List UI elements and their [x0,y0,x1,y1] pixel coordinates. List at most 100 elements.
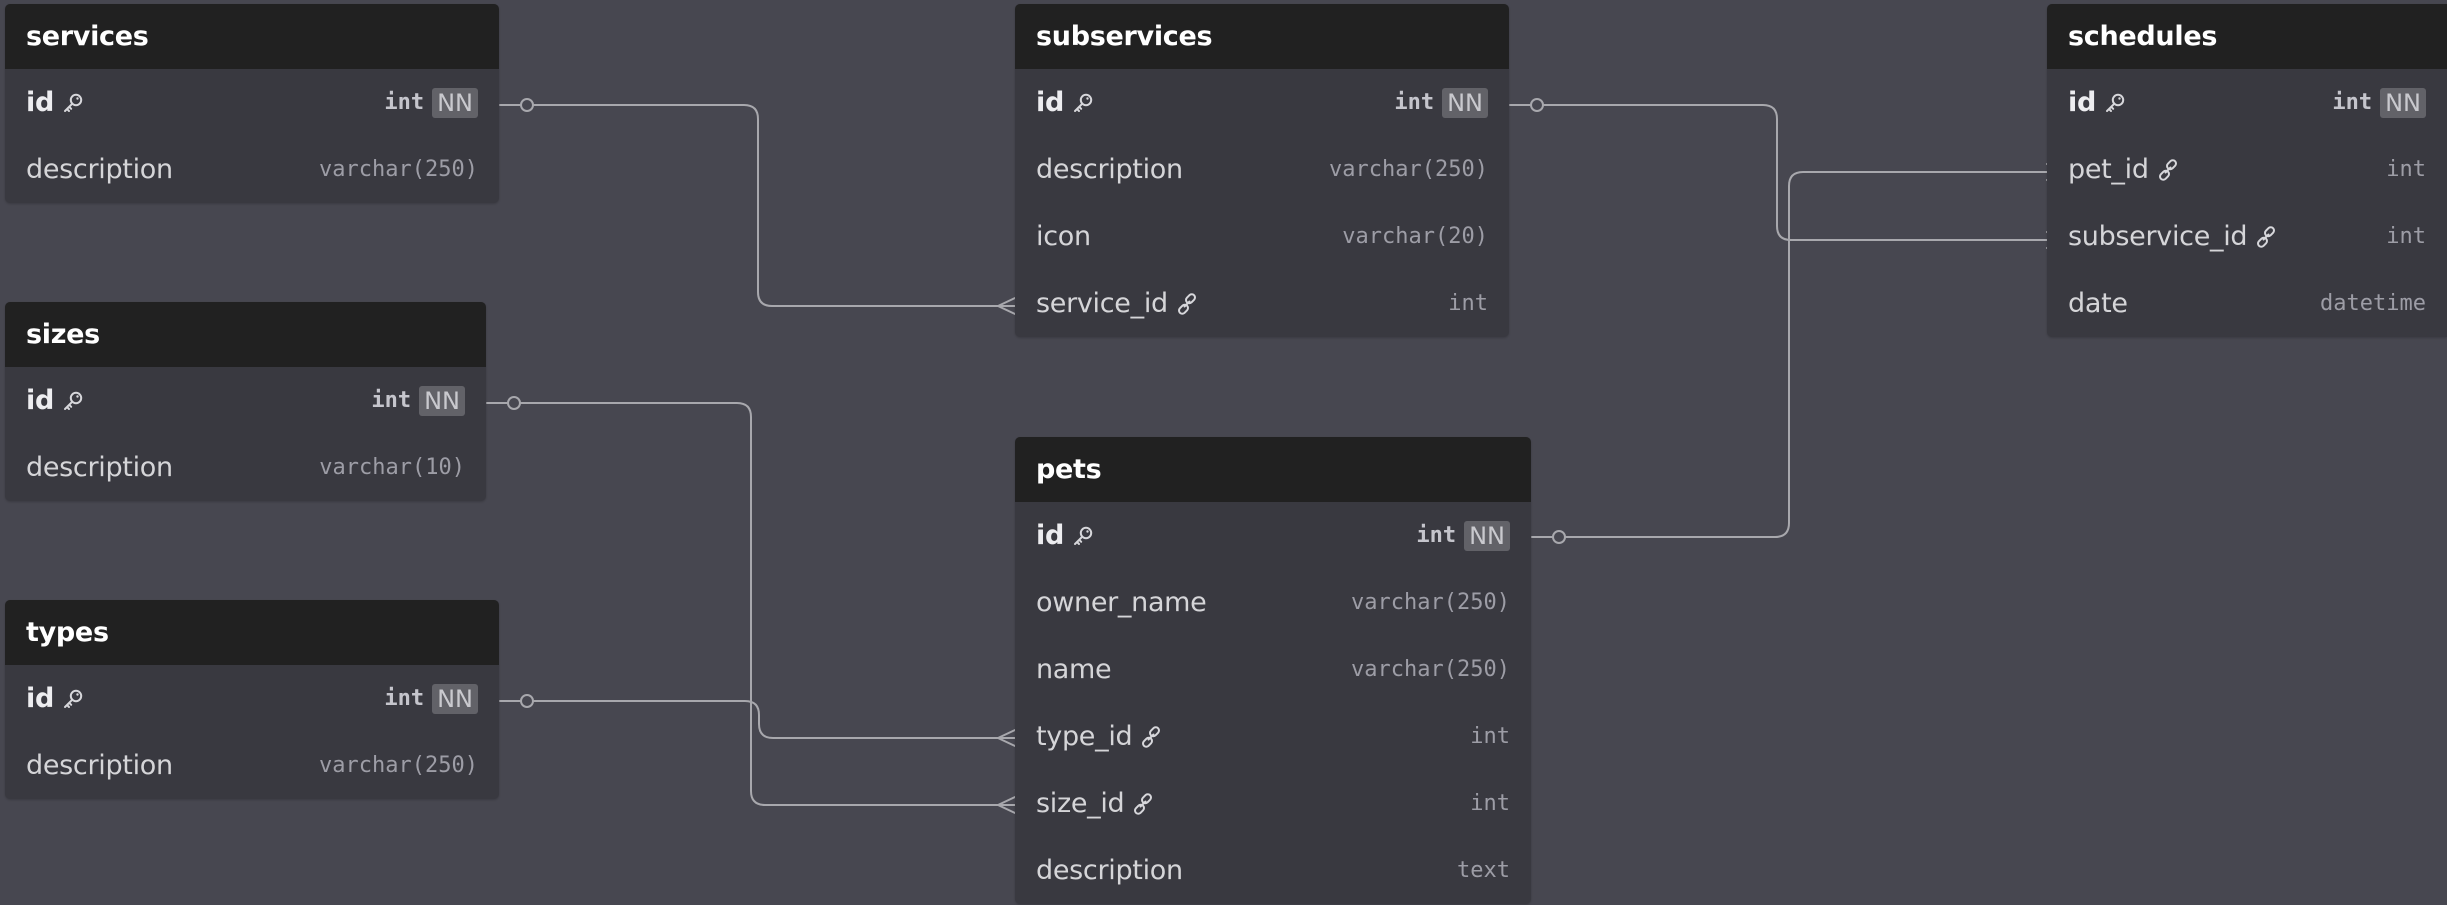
table-name: pets [1036,454,1102,485]
not-null-badge: NN [432,683,478,714]
column-row[interactable]: id int NN [5,665,499,732]
table-name: schedules [2068,21,2218,52]
column-row[interactable]: description varchar(250) [5,732,499,799]
column-row[interactable]: description varchar(250) [5,136,499,203]
table-pets[interactable]: pets id int NN owner_name varchar(250) n… [1015,437,1531,904]
key-icon [61,91,85,115]
many-end-marker [997,297,1016,315]
column-name: date [2068,288,2128,319]
table-header[interactable]: schedules [2047,4,2447,69]
column-type: int [2386,224,2426,249]
table-sizes[interactable]: sizes id int NN description varchar(10) [5,302,486,501]
column-name: description [1036,154,1183,185]
column-row[interactable]: id int NN [5,69,499,136]
column-name: id [1036,520,1064,551]
column-row[interactable]: icon varchar(20) [1015,203,1509,270]
column-row[interactable]: date datetime [2047,270,2447,337]
column-name: pet_id [2068,154,2149,185]
column-row[interactable]: size_id int [1015,770,1531,837]
one-end-marker [1552,530,1566,544]
one-end-marker [1530,98,1544,112]
table-schedules[interactable]: schedules id int NN pet_id int subservic… [2047,4,2447,337]
column-name: id [2068,87,2096,118]
not-null-badge: NN [2380,87,2426,118]
link-icon [1131,792,1155,816]
column-row[interactable]: description varchar(250) [1015,136,1509,203]
connector-subservices-schedules [1509,104,2048,241]
column-row[interactable]: description varchar(10) [5,434,486,501]
table-services[interactable]: services id int NN description varchar(2… [5,4,499,203]
column-name: name [1036,654,1112,685]
connector-types-pets [499,700,1016,739]
column-type: int [384,686,425,711]
table-header[interactable]: pets [1015,437,1531,502]
table-header[interactable]: subservices [1015,4,1509,69]
column-type: varchar(250) [1351,657,1510,682]
column-name: id [26,683,54,714]
table-name: subservices [1036,21,1213,52]
key-icon [1071,91,1095,115]
column-type: int [2386,157,2426,182]
column-type: varchar(250) [319,157,478,182]
column-type: int [1448,291,1488,316]
not-null-badge: NN [1464,520,1510,551]
many-end-marker [997,796,1016,814]
link-icon [2254,225,2278,249]
connector-services-subservices [499,104,1016,307]
column-type: varchar(10) [319,455,465,480]
column-name: icon [1036,221,1091,252]
column-type: varchar(250) [1329,157,1488,182]
column-name: service_id [1036,288,1168,319]
key-icon [61,687,85,711]
column-row[interactable]: id int NN [5,367,486,434]
connector-pets-schedules [1531,171,2048,538]
key-icon [2103,91,2127,115]
column-name: id [26,87,54,118]
column-row[interactable]: id int NN [2047,69,2447,136]
table-header[interactable]: services [5,4,499,69]
column-row[interactable]: type_id int [1015,703,1531,770]
many-end-marker [997,729,1016,747]
column-row[interactable]: service_id int [1015,270,1509,337]
column-type: int [371,388,412,413]
column-type: varchar(250) [319,753,478,778]
column-row[interactable]: description text [1015,837,1531,904]
one-end-marker [520,98,534,112]
link-icon [2156,158,2180,182]
table-header[interactable]: types [5,600,499,665]
connector-sizes-pets [486,402,1016,806]
not-null-badge: NN [1442,87,1488,118]
column-name: owner_name [1036,587,1207,618]
column-row[interactable]: id int NN [1015,502,1531,569]
column-name: id [26,385,54,416]
key-icon [1071,524,1095,548]
not-null-badge: NN [432,87,478,118]
column-row[interactable]: pet_id int [2047,136,2447,203]
column-name: description [26,750,173,781]
table-header[interactable]: sizes [5,302,486,367]
table-subservices[interactable]: subservices id int NN description varcha… [1015,4,1509,337]
table-name: services [26,21,149,52]
not-null-badge: NN [419,385,465,416]
one-end-marker [520,694,534,708]
column-name: description [26,452,173,483]
table-types[interactable]: types id int NN description varchar(250) [5,600,499,799]
column-type: int [1470,791,1510,816]
column-row[interactable]: owner_name varchar(250) [1015,569,1531,636]
link-icon [1175,292,1199,316]
column-name: description [1036,855,1183,886]
column-name: subservice_id [2068,221,2248,252]
column-type: varchar(250) [1351,590,1510,615]
key-icon [61,389,85,413]
column-type: int [1416,523,1457,548]
column-name: type_id [1036,721,1133,752]
column-type: int [1394,90,1435,115]
table-name: sizes [26,319,100,350]
column-name: size_id [1036,788,1125,819]
column-type: int [1470,724,1510,749]
column-row[interactable]: subservice_id int [2047,203,2447,270]
column-row[interactable]: id int NN [1015,69,1509,136]
table-name: types [26,617,109,648]
column-type: int [384,90,425,115]
column-row[interactable]: name varchar(250) [1015,636,1531,703]
